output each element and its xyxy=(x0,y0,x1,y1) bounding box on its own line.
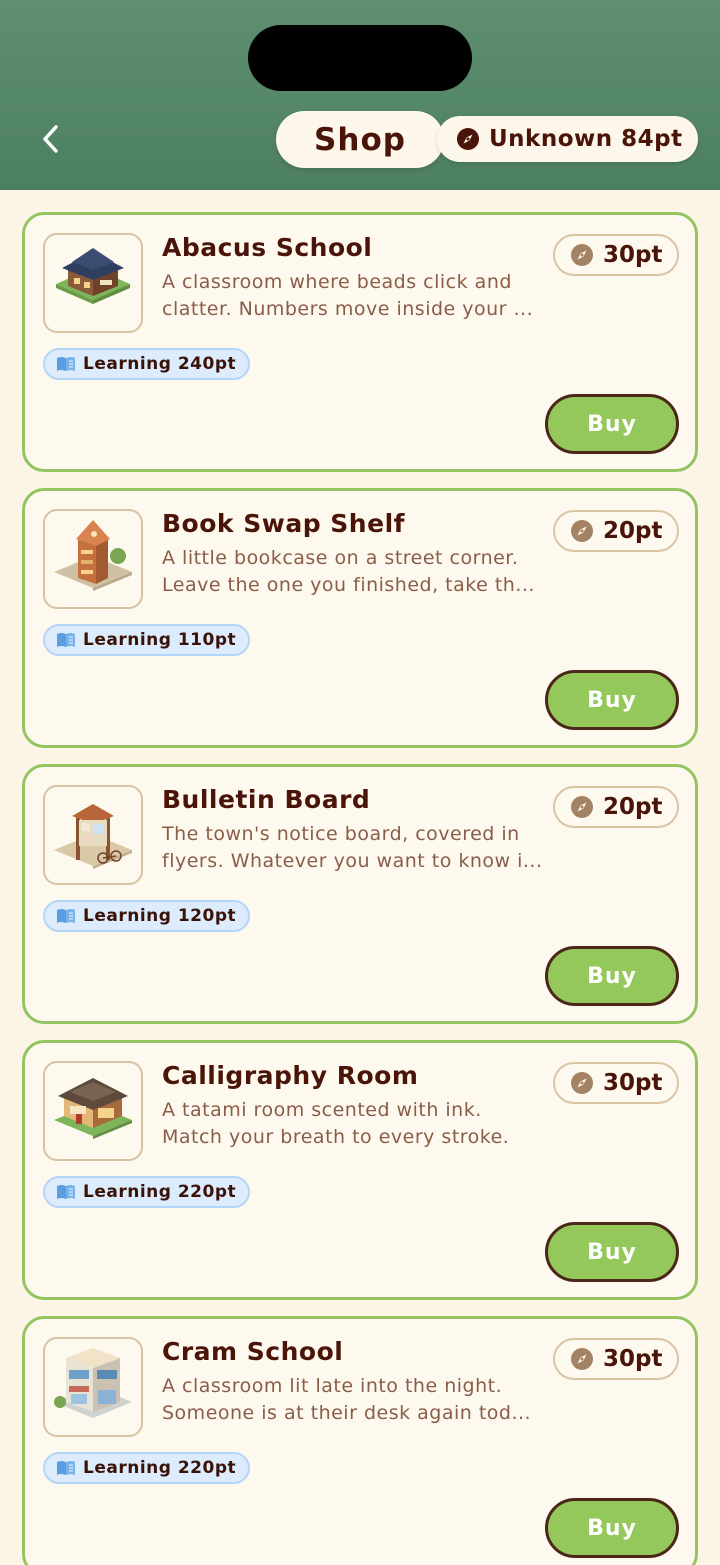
item-title: Book Swap Shelf xyxy=(162,509,406,538)
item-thumbnail xyxy=(43,785,143,885)
buy-button[interactable]: Buy xyxy=(545,670,679,730)
compass-icon xyxy=(571,520,593,542)
buy-button[interactable]: Buy xyxy=(545,1498,679,1558)
buy-button[interactable]: Buy xyxy=(545,946,679,1006)
item-title: Calligraphy Room xyxy=(162,1061,419,1090)
compass-icon xyxy=(571,244,593,266)
top-bar: Shop Unknown 84pt xyxy=(0,0,720,190)
shop-item-card: Abacus School A classroom where beads cl… xyxy=(22,212,698,472)
points-balance-label: Unknown 84pt xyxy=(489,126,683,152)
category-tag: Learning 220pt xyxy=(43,1452,251,1484)
compass-icon xyxy=(571,1348,593,1370)
item-description: The town's notice board, covered in flye… xyxy=(162,823,542,872)
item-description: A classroom where beads click and clatte… xyxy=(162,271,534,320)
book-swap-shelf-illustration xyxy=(54,520,132,591)
category-tag: Learning 240pt xyxy=(43,348,251,380)
item-price: 30pt xyxy=(553,1338,679,1380)
item-description: A classroom lit late into the night. Som… xyxy=(162,1375,532,1424)
chevron-left-icon xyxy=(43,125,58,153)
item-thumbnail xyxy=(43,1061,143,1161)
item-thumbnail xyxy=(43,1337,143,1437)
page-title: Shop xyxy=(276,111,444,168)
shop-item-card: Book Swap Shelf A little bookcase on a s… xyxy=(22,488,698,748)
shop-item-card: Bulletin Board The town's notice board, … xyxy=(22,764,698,1024)
item-description: A tatami room scented with ink. Match yo… xyxy=(162,1099,510,1148)
book-icon xyxy=(56,908,76,924)
book-icon xyxy=(56,1184,76,1200)
buy-button[interactable]: Buy xyxy=(545,394,679,454)
category-tag: Learning 220pt xyxy=(43,1176,251,1208)
category-tag: Learning 120pt xyxy=(43,900,251,932)
category-tag: Learning 110pt xyxy=(43,624,251,656)
item-title: Cram School xyxy=(162,1337,344,1366)
item-title: Abacus School xyxy=(162,233,373,262)
buy-button[interactable]: Buy xyxy=(545,1222,679,1282)
item-price: 20pt xyxy=(553,510,679,552)
item-thumbnail xyxy=(43,509,143,609)
shop-item-card: Cram School A classroom lit late into th… xyxy=(22,1316,698,1565)
bulletin-board-illustration xyxy=(54,804,132,869)
item-price: 30pt xyxy=(553,234,679,276)
cram-school-illustration xyxy=(54,1348,132,1418)
abacus-school-illustration xyxy=(56,248,130,304)
back-button[interactable] xyxy=(30,118,72,160)
book-icon xyxy=(56,632,76,648)
item-price: 20pt xyxy=(553,786,679,828)
compass-icon xyxy=(571,796,593,818)
compass-icon xyxy=(571,1072,593,1094)
item-description: A little bookcase on a street corner. Le… xyxy=(162,547,535,596)
camera-notch xyxy=(248,25,472,91)
item-price: 30pt xyxy=(553,1062,679,1104)
item-title: Bulletin Board xyxy=(162,785,371,814)
compass-icon xyxy=(457,128,479,150)
calligraphy-room-illustration xyxy=(54,1078,132,1139)
book-icon xyxy=(56,1460,76,1476)
item-thumbnail xyxy=(43,233,143,333)
book-icon xyxy=(56,356,76,372)
points-balance: Unknown 84pt xyxy=(437,116,698,162)
shop-item-card: Calligraphy Room A tatami room scented w… xyxy=(22,1040,698,1300)
